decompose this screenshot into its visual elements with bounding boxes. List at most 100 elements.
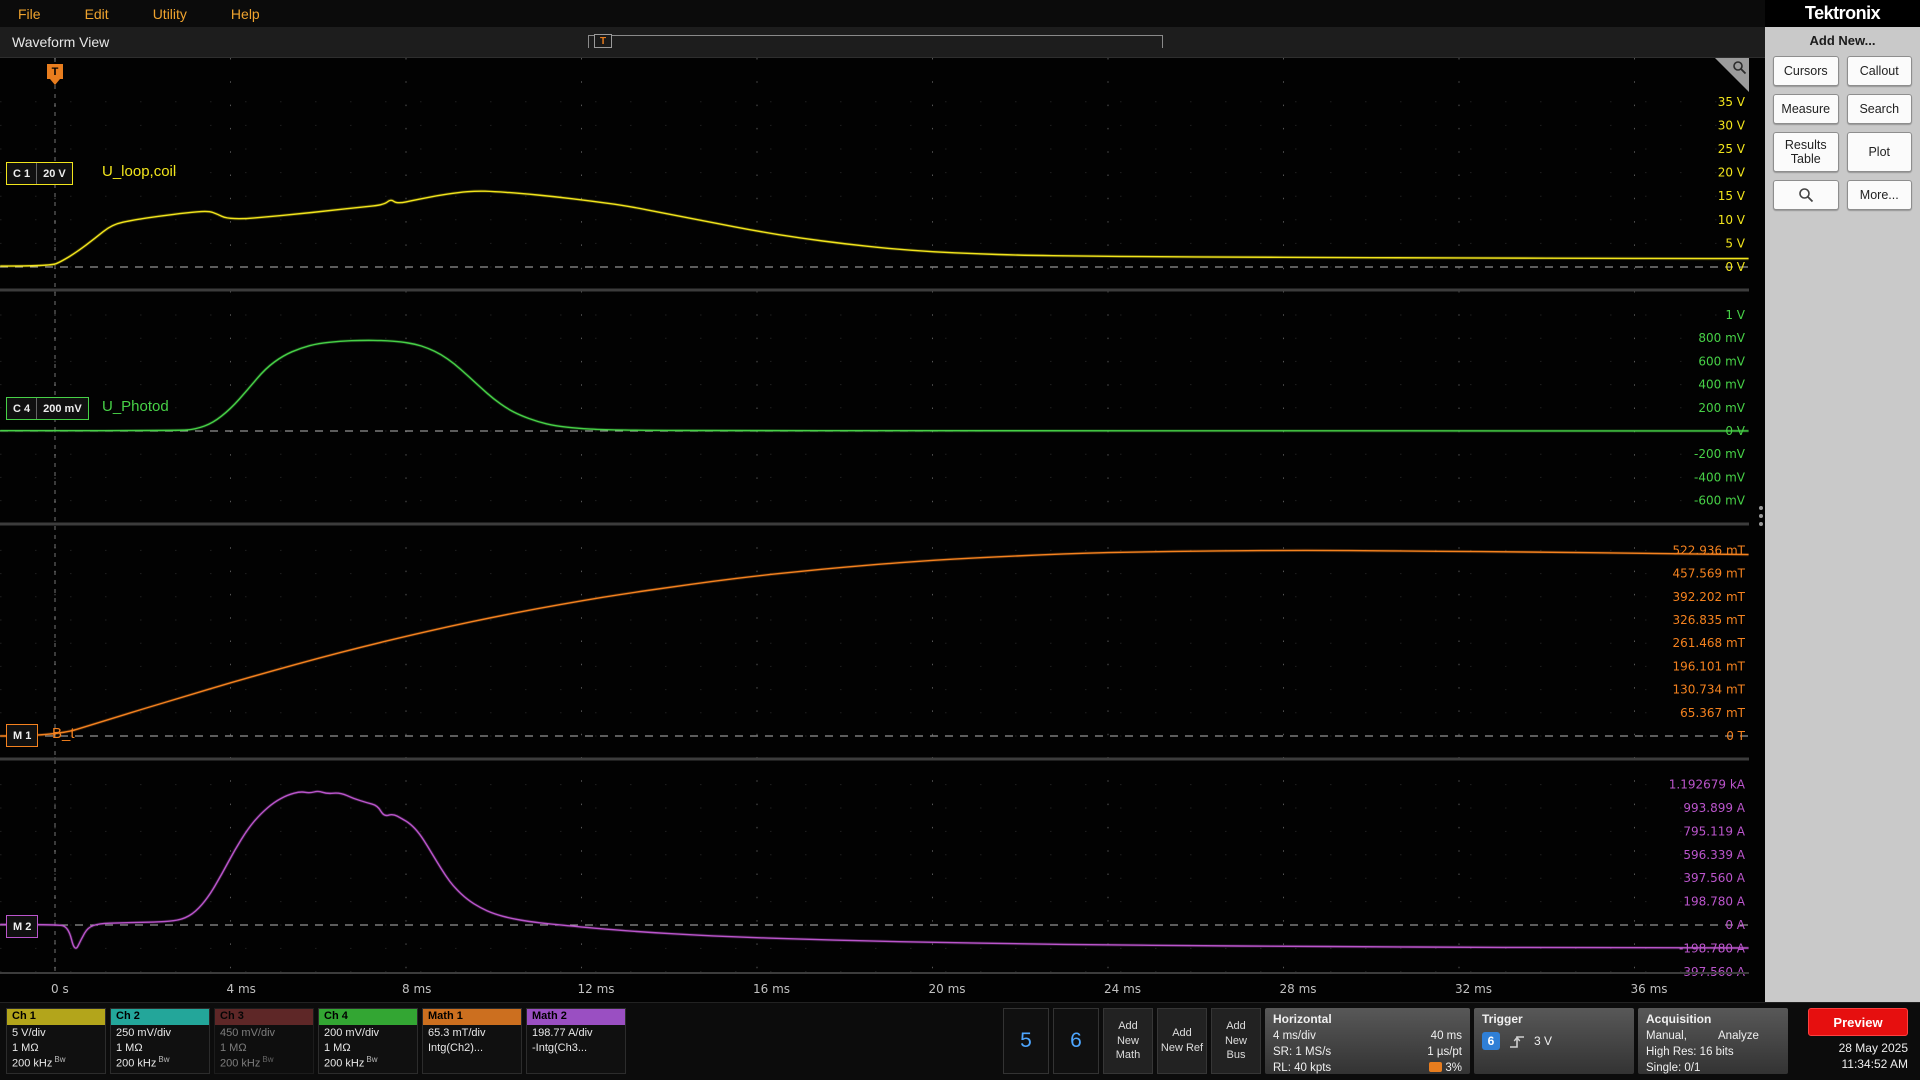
channel-badge-c1[interactable]: C 1 20 V xyxy=(6,162,73,185)
menu-help[interactable]: Help xyxy=(231,6,260,22)
add-new-ref-button[interactable]: Add New Ref xyxy=(1157,1008,1207,1074)
search-button[interactable]: Search xyxy=(1846,94,1912,124)
ch4-bandwidth: 200 kHz Bw xyxy=(324,1055,378,1070)
add-new-bus-button[interactable]: Add New Bus xyxy=(1211,1008,1261,1074)
m1-waveform-label[interactable]: B_t xyxy=(52,725,75,742)
acquisition-badge[interactable]: Acquisition Manual, Analyze High Res: 16… xyxy=(1638,1008,1788,1074)
pane-splitter-handle[interactable] xyxy=(1759,506,1763,526)
c1-waveform-label[interactable]: U_loop,coil xyxy=(102,163,176,180)
menu-utility[interactable]: Utility xyxy=(153,6,187,22)
math2-y-tick-label: -198.780 A xyxy=(1679,941,1746,955)
trigger-title: Trigger xyxy=(1482,1012,1523,1026)
math1-trace[interactable] xyxy=(0,549,1749,737)
x-tick-label: 8 ms xyxy=(402,982,431,996)
ch4-scale: 200 mV/div xyxy=(324,1027,380,1039)
cursors-button[interactable]: Cursors xyxy=(1773,56,1839,86)
horizontal-record-length: RL: 40 kpts xyxy=(1273,1062,1332,1075)
add-new-math-button[interactable]: Add New Math xyxy=(1103,1008,1153,1074)
preview-button[interactable]: Preview xyxy=(1808,1008,1908,1036)
ch1-y-tick-label: 5 V xyxy=(1725,236,1745,250)
ch2-impedance: 1 MΩ xyxy=(116,1041,143,1054)
m1-badge-label: M 1 xyxy=(13,729,32,742)
measure-button[interactable]: Measure xyxy=(1773,94,1839,124)
ch1-y-tick-label: 30 V xyxy=(1718,118,1746,132)
ch4-y-tick-label: 400 mV xyxy=(1698,378,1745,392)
math2-y-tick-label: 0 A xyxy=(1725,918,1745,932)
trigger-indicator-icon[interactable]: T xyxy=(47,64,63,85)
ch4-y-tick-label: 200 mV xyxy=(1698,401,1745,415)
ch4-trace[interactable] xyxy=(0,339,1749,432)
datetime: 28 May 2025 11:34:52 AM xyxy=(1839,1041,1908,1072)
waveform-view-header: Waveform View T xyxy=(0,27,1765,58)
ch1-y-tick-label: 25 V xyxy=(1718,142,1746,156)
channel-badge-ch2[interactable]: Ch 2 250 mV/div 1 MΩ 200 kHz Bw xyxy=(110,1008,210,1074)
waveform-plot-area[interactable]: 0 s 4 ms 8 ms 12 ms 16 ms 20 ms 24 ms 28 ms 32 m… xyxy=(0,58,1765,1002)
channel-6-tile[interactable]: 6 xyxy=(1053,1008,1099,1074)
math1-y-tick-label: 392.202 mT xyxy=(1673,590,1746,604)
results-table-button[interactable]: Results Table xyxy=(1773,132,1839,172)
ch4-y-tick-label: 600 mV xyxy=(1698,354,1745,368)
horizontal-badge[interactable]: Horizontal 4 ms/div 40 ms SR: 1 MS/s 1 µ… xyxy=(1265,1008,1470,1074)
more-button[interactable]: More... xyxy=(1846,180,1912,210)
x-tick-label: 12 ms xyxy=(578,982,615,996)
math1-y-tick-label: 326.835 mT xyxy=(1673,613,1746,627)
ch1-trace[interactable] xyxy=(0,190,1749,267)
c4-badge-scale: 200 mV xyxy=(36,398,88,419)
ch2-bandwidth: 200 kHz Bw xyxy=(116,1055,170,1070)
ch1-trace-glow xyxy=(0,189,1749,268)
ch1-y-tick-label: 20 V xyxy=(1718,166,1746,180)
ch1-y-tick-label: 15 V xyxy=(1718,189,1746,203)
menu-edit[interactable]: Edit xyxy=(85,6,109,22)
math2-name: Math 2 xyxy=(532,1010,567,1022)
channel-badge-ch3[interactable]: Ch 3 450 mV/div 1 MΩ 200 kHz Bw xyxy=(214,1008,314,1074)
x-tick-label: 20 ms xyxy=(929,982,966,996)
m2-badge-label: M 2 xyxy=(13,920,32,933)
math1-expression: Intg(Ch2)... xyxy=(428,1041,484,1054)
horizontal-window: 40 ms xyxy=(1430,1030,1462,1042)
math1-badge[interactable]: Math 1 65.3 mT/div Intg(Ch2)... xyxy=(422,1008,522,1074)
math1-name: Math 1 xyxy=(428,1010,463,1022)
ch3-impedance: 1 MΩ xyxy=(220,1041,247,1054)
trigger-badge[interactable]: Trigger 6 3 V xyxy=(1474,1008,1634,1074)
callout-button[interactable]: Callout xyxy=(1846,56,1912,86)
add-new-header: Add New... xyxy=(1809,33,1876,48)
math1-scale: 65.3 mT/div xyxy=(428,1027,486,1039)
top-bar: File Edit Utility Help Tektronix xyxy=(0,0,1920,27)
math-badge-m2[interactable]: M 2 xyxy=(6,915,39,938)
math1-y-tick-label: 130.734 mT xyxy=(1673,683,1746,697)
horizontal-resolution: 1 µs/pt xyxy=(1427,1046,1462,1059)
horizontal-position-slider[interactable]: T xyxy=(588,34,1163,48)
waveform-graticule[interactable]: 0 s 4 ms 8 ms 12 ms 16 ms 20 ms 24 ms 28 ms 32 m… xyxy=(0,58,1765,1002)
math1-y-tick-label: 196.101 mT xyxy=(1673,659,1746,673)
c4-badge-label: C 4 xyxy=(13,402,31,415)
math2-scale: 198.77 A/div xyxy=(532,1027,593,1039)
ch4-y-tick-label: -200 mV xyxy=(1694,447,1746,461)
math-badge-m1[interactable]: M 1 xyxy=(6,724,39,747)
channel-badge-ch1[interactable]: Ch 1 5 V/div 1 MΩ 200 kHz Bw xyxy=(6,1008,106,1074)
channel-badge-ch4[interactable]: Ch 4 200 mV/div 1 MΩ 200 kHz Bw xyxy=(318,1008,418,1074)
math2-y-tick-label: 397.560 A xyxy=(1683,871,1745,885)
channel-5-tile[interactable]: 5 xyxy=(1003,1008,1049,1074)
menu-file[interactable]: File xyxy=(18,6,41,22)
waveform-view-pane: Waveform View T 0 s 4 ms 8 ms 12 ms 16 ms 20 … xyxy=(0,27,1765,1002)
ch1-y-tick-label: 0 V xyxy=(1725,260,1745,274)
math2-y-tick-label: -397.560 A xyxy=(1679,965,1746,979)
math1-y-tick-label: 0 T xyxy=(1726,729,1745,743)
ch1-y-tick-label: 10 V xyxy=(1718,213,1746,227)
plot-button[interactable]: Plot xyxy=(1846,132,1912,172)
math2-badge[interactable]: Math 2 198.77 A/div -Intg(Ch3... xyxy=(526,1008,626,1074)
c4-waveform-label[interactable]: U_Photod xyxy=(102,398,169,415)
horizontal-sample-rate: SR: 1 MS/s xyxy=(1273,1046,1332,1059)
math2-y-tick-label: 993.899 A xyxy=(1683,801,1745,815)
ch4-name: Ch 4 xyxy=(324,1010,348,1022)
ch3-name: Ch 3 xyxy=(220,1010,244,1022)
acquisition-mode: Manual, xyxy=(1646,1030,1687,1042)
math1-y-tick-label: 261.468 mT xyxy=(1673,636,1746,650)
math2-y-tick-label: 1.192679 kA xyxy=(1669,778,1746,792)
magnifier-icon xyxy=(1798,188,1813,203)
zoom-mode-button[interactable] xyxy=(1773,180,1839,210)
draw-a-box-zoom-icon[interactable] xyxy=(1715,58,1749,92)
ch4-y-tick-label: 800 mV xyxy=(1698,331,1745,345)
trigger-position-marker[interactable]: T xyxy=(594,34,612,48)
channel-badge-c4[interactable]: C 4 200 mV xyxy=(6,397,89,420)
